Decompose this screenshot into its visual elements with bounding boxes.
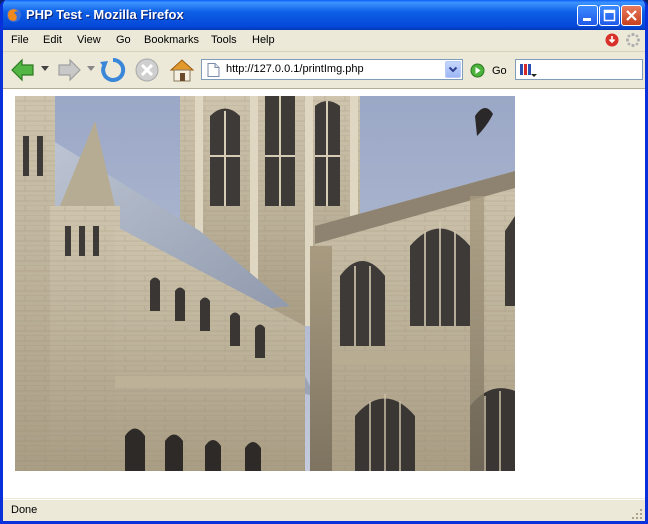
throbber-icon — [625, 32, 641, 48]
menu-help[interactable]: Help — [252, 34, 275, 46]
cathedral-image — [15, 96, 515, 471]
go-icon[interactable] — [470, 63, 485, 78]
title-bar[interactable]: PHP Test - Mozilla Firefox — [3, 0, 645, 30]
minimize-button[interactable] — [577, 5, 598, 26]
status-text: Done — [11, 504, 38, 516]
menu-edit[interactable]: Edit — [43, 34, 62, 46]
menu-file[interactable]: File — [11, 34, 29, 46]
go-button[interactable]: Go — [492, 65, 507, 77]
window-title: PHP Test - Mozilla Firefox — [26, 7, 184, 22]
search-engine-icon[interactable] — [519, 62, 539, 78]
home-icon[interactable] — [168, 56, 196, 84]
address-url: http://127.0.0.1/printImg.php — [226, 63, 364, 75]
close-button[interactable] — [621, 5, 642, 26]
minimize-icon — [583, 18, 591, 21]
close-icon — [626, 10, 637, 21]
menu-go[interactable]: Go — [116, 34, 131, 46]
address-bar[interactable]: http://127.0.0.1/printImg.php — [201, 59, 463, 80]
menu-tools[interactable]: Tools — [211, 34, 237, 46]
page-content — [3, 89, 645, 498]
menu-bookmarks[interactable]: Bookmarks — [144, 34, 199, 46]
firefox-icon — [7, 8, 21, 22]
maximize-icon — [603, 9, 616, 22]
browser-window: PHP Test - Mozilla Firefox File Edit Vie… — [0, 0, 648, 524]
maximize-button[interactable] — [599, 5, 620, 26]
menu-view[interactable]: View — [77, 34, 101, 46]
status-bar: Done — [3, 499, 645, 521]
back-arrow-icon[interactable] — [9, 56, 37, 84]
address-dropdown-button[interactable] — [445, 61, 461, 78]
update-alert-icon[interactable] — [605, 33, 619, 47]
resize-grip-icon[interactable] — [631, 508, 643, 520]
menu-bar: File Edit View Go Bookmarks Tools Help — [3, 30, 645, 52]
page-icon — [207, 63, 220, 77]
search-box[interactable] — [515, 59, 643, 80]
chevron-down-icon — [448, 66, 458, 73]
stop-icon[interactable] — [133, 56, 161, 84]
reload-icon[interactable] — [99, 56, 127, 84]
forward-arrow-icon[interactable] — [55, 56, 83, 84]
